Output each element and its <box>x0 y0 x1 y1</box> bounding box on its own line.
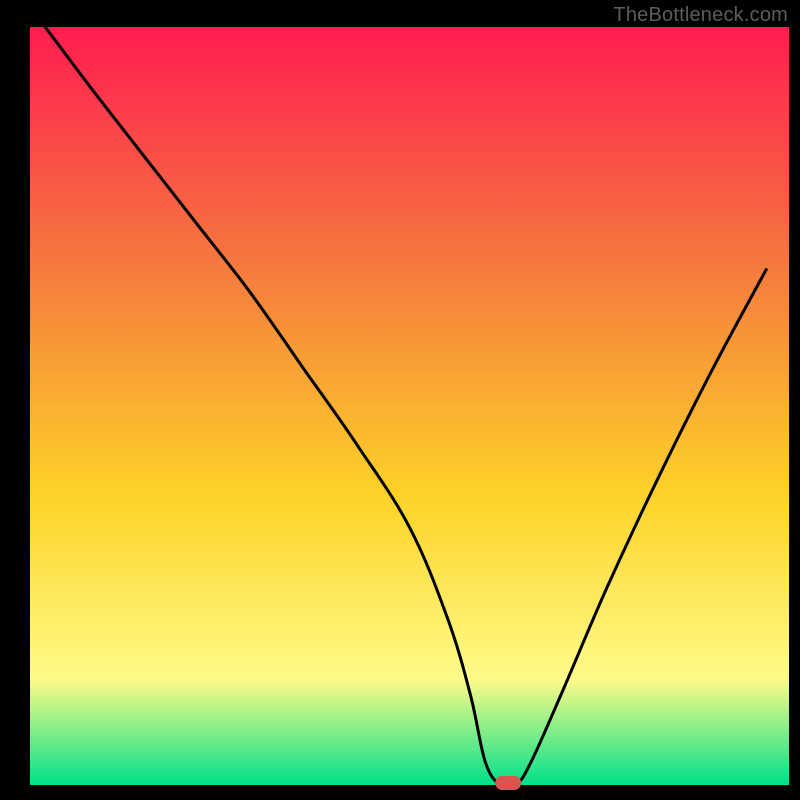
minimum-marker <box>495 776 521 790</box>
chart-wrapper: TheBottleneck.com <box>0 0 800 800</box>
plot-background <box>30 27 789 785</box>
attribution-text: TheBottleneck.com <box>613 4 788 27</box>
bottleneck-chart <box>0 0 800 800</box>
